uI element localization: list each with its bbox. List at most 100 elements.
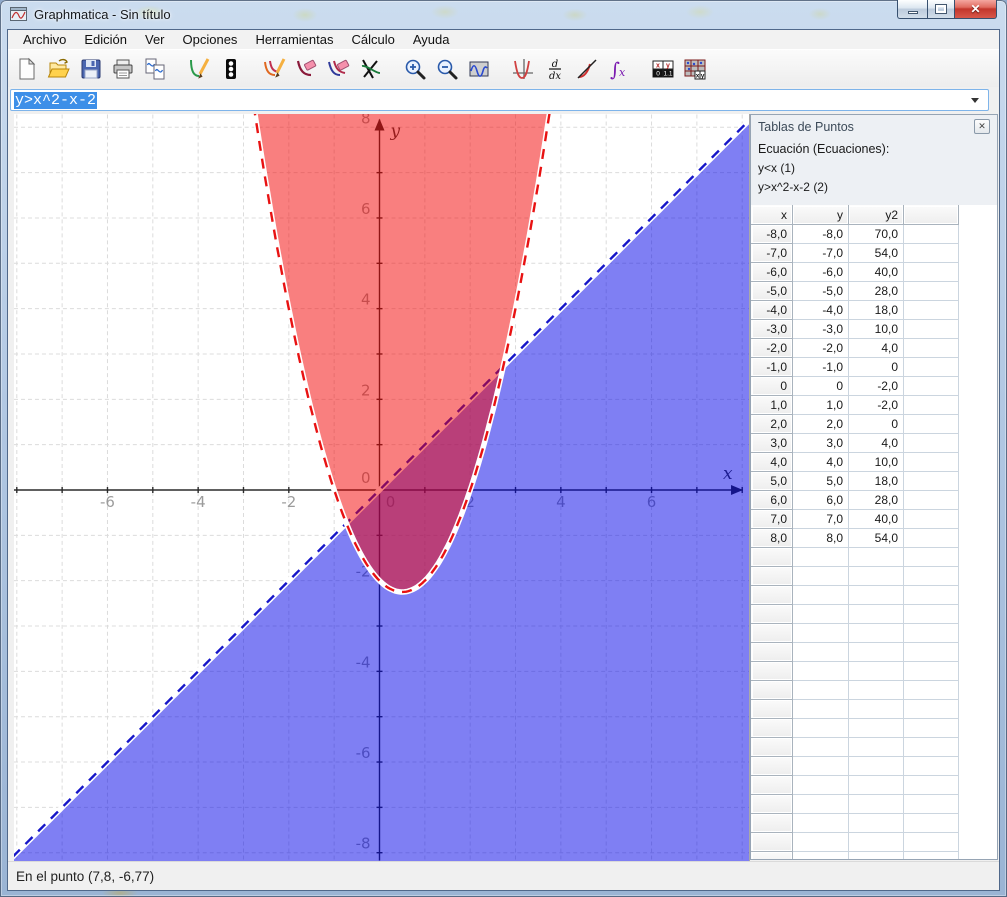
column-header-x[interactable]: x (752, 206, 793, 225)
cell-y2[interactable]: -2,0 (849, 377, 904, 396)
cell-y[interactable]: 4,0 (793, 453, 849, 472)
close-icon: ✕ (970, 3, 980, 15)
save-file-button[interactable] (77, 55, 104, 82)
cell-y2[interactable]: 4,0 (849, 339, 904, 358)
cell-y[interactable]: 7,0 (793, 510, 849, 529)
cell-y2[interactable]: -2,0 (849, 396, 904, 415)
menu-item-edicion[interactable]: Edición (75, 30, 136, 49)
cell-x[interactable]: -1,0 (752, 358, 793, 377)
tangent-line-button[interactable] (573, 55, 600, 82)
pause-redraw-button[interactable] (217, 55, 244, 82)
cell-y[interactable]: -8,0 (793, 225, 849, 244)
cell-x[interactable]: 7,0 (752, 510, 793, 529)
cell-y2[interactable]: 10,0 (849, 453, 904, 472)
zoom-in-icon (403, 57, 427, 81)
cell-y2[interactable]: 18,0 (849, 472, 904, 491)
equation-input[interactable]: y>x^2-x-2 (10, 89, 989, 111)
new-file-icon (15, 57, 39, 81)
combo-dropdown-arrow[interactable] (971, 98, 979, 103)
cell-y[interactable]: 8,0 (793, 529, 849, 548)
cell-y2[interactable]: 10,0 (849, 320, 904, 339)
cell-y[interactable]: 5,0 (793, 472, 849, 491)
toolbar: ddx ∫x xy01.1xy (8, 49, 999, 87)
cell-y2[interactable]: 4,0 (849, 434, 904, 453)
menu-item-ayuda[interactable]: Ayuda (404, 30, 459, 49)
table-row: -3,0-3,010,0 (752, 320, 997, 339)
open-file-button[interactable] (45, 55, 72, 82)
table-row: -5,0-5,028,0 (752, 282, 997, 301)
cell-x[interactable]: -8,0 (752, 225, 793, 244)
cell-x[interactable]: -6,0 (752, 263, 793, 282)
points-table-area: xyy2-8,0-8,070,0-7,0-7,054,0-6,0-6,040,0… (751, 205, 997, 859)
grid-range-button[interactable] (465, 55, 492, 82)
close-button[interactable]: ✕ (955, 0, 997, 19)
delete-curve-button[interactable] (293, 55, 320, 82)
copy-graphs-icon (143, 57, 167, 81)
cell-x[interactable]: -2,0 (752, 339, 793, 358)
cell-x[interactable]: 1,0 (752, 396, 793, 415)
cell-y2[interactable]: 18,0 (849, 301, 904, 320)
cell-y[interactable]: 3,0 (793, 434, 849, 453)
cell-x[interactable]: 6,0 (752, 491, 793, 510)
graph-area: -6-4-20246-8-6-4-202468yx (8, 114, 750, 861)
cell-y[interactable]: 6,0 (793, 491, 849, 510)
menu-item-calculo[interactable]: Cálculo (342, 30, 403, 49)
find-intersection-button[interactable] (357, 55, 384, 82)
panel-close-button[interactable]: ✕ (974, 119, 990, 134)
redraw-curve-button[interactable] (261, 55, 288, 82)
draw-graph-button[interactable] (185, 55, 212, 82)
cell-y[interactable]: 0 (793, 377, 849, 396)
critical-points-button[interactable] (509, 55, 536, 82)
cell-x[interactable]: 4,0 (752, 453, 793, 472)
integrate-button[interactable]: ∫x (605, 55, 632, 82)
menu-item-ver[interactable]: Ver (136, 30, 174, 49)
derivative-button[interactable]: ddx (541, 55, 568, 82)
cell-y[interactable]: 1,0 (793, 396, 849, 415)
cell-x[interactable]: 5,0 (752, 472, 793, 491)
cell-x[interactable]: -7,0 (752, 244, 793, 263)
cell-y[interactable]: -6,0 (793, 263, 849, 282)
cell-y2[interactable]: 40,0 (849, 510, 904, 529)
cell-x[interactable]: -4,0 (752, 301, 793, 320)
cell-y2[interactable]: 0 (849, 358, 904, 377)
menu-item-archivo[interactable]: Archivo (14, 30, 75, 49)
zoom-out-button[interactable] (433, 55, 460, 82)
column-header-y2[interactable]: y2 (849, 206, 904, 225)
zoom-in-button[interactable] (401, 55, 428, 82)
copy-graphs-button[interactable] (141, 55, 168, 82)
cell-y2[interactable]: 28,0 (849, 282, 904, 301)
cell-y2[interactable]: 0 (849, 415, 904, 434)
cell-y[interactable]: -2,0 (793, 339, 849, 358)
delete-all-curves-button[interactable] (325, 55, 352, 82)
point-tables-button[interactable]: xy01.1 (649, 55, 676, 82)
table-row-empty (752, 700, 997, 719)
cell-y[interactable]: -1,0 (793, 358, 849, 377)
cell-y2[interactable]: 54,0 (849, 529, 904, 548)
cell-y[interactable]: -3,0 (793, 320, 849, 339)
cell-y2[interactable]: 28,0 (849, 491, 904, 510)
cell-y[interactable]: -5,0 (793, 282, 849, 301)
cell-y[interactable]: -4,0 (793, 301, 849, 320)
graph-canvas[interactable]: -6-4-20246-8-6-4-202468yx (14, 114, 750, 861)
cell-y[interactable]: -7,0 (793, 244, 849, 263)
menu-item-opciones[interactable]: Opciones (174, 30, 247, 49)
cell-y2[interactable]: 70,0 (849, 225, 904, 244)
cell-x[interactable]: 2,0 (752, 415, 793, 434)
cell-y2[interactable]: 40,0 (849, 263, 904, 282)
column-header-y[interactable]: y (793, 206, 849, 225)
data-plot-editor-button[interactable]: xy (681, 55, 708, 82)
status-text: En el punto (7,8, -6,77) (16, 869, 154, 884)
cell-x[interactable]: -5,0 (752, 282, 793, 301)
cell-x[interactable]: 8,0 (752, 529, 793, 548)
cell-x[interactable]: 3,0 (752, 434, 793, 453)
cell-x[interactable]: -3,0 (752, 320, 793, 339)
cell-x[interactable]: 0 (752, 377, 793, 396)
minimize-button[interactable] (897, 0, 927, 19)
menu-item-herramientas[interactable]: Herramientas (246, 30, 342, 49)
title-bar[interactable]: Graphmatica - Sin título ✕ (0, 0, 1007, 30)
cell-y2[interactable]: 54,0 (849, 244, 904, 263)
maximize-button[interactable] (927, 0, 955, 19)
cell-y[interactable]: 2,0 (793, 415, 849, 434)
print-button[interactable] (109, 55, 136, 82)
new-file-button[interactable] (13, 55, 40, 82)
